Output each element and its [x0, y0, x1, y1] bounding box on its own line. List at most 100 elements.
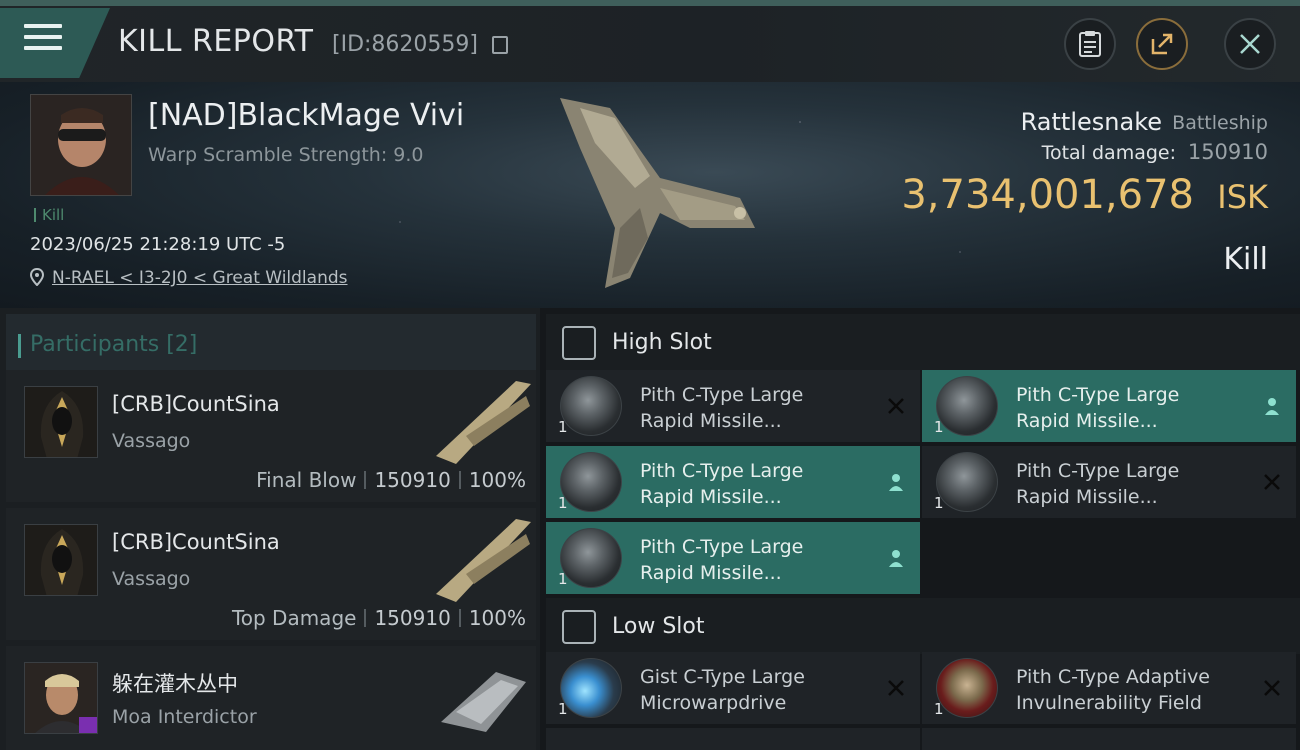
isk-value: 3,734,001,678 — [901, 172, 1194, 218]
low-slot-header: Low Slot — [546, 598, 1300, 654]
module-item[interactable]: 1 Pith C-Type Large Rapid Missile... — [546, 370, 920, 442]
victim-name[interactable]: [NAD]BlackMage Vivi — [148, 98, 464, 133]
participant-role: Top Damage — [231, 606, 357, 630]
missile-launcher-icon — [560, 528, 622, 588]
participant-percent: 100% — [468, 606, 526, 630]
hamburger-menu-icon[interactable] — [24, 24, 62, 58]
module-quantity: 1 — [934, 700, 944, 718]
kill-tag: Kill — [34, 206, 64, 224]
participant-stats: Top Damage 150910 100% — [232, 606, 526, 630]
participant-row[interactable]: [CRB]CountSina Vassago Final Blow 150910 1… — [6, 370, 536, 502]
missile-launcher-icon — [936, 452, 998, 512]
module-item[interactable]: 1 Pith C-Type Large Rapid Missile... — [546, 446, 920, 518]
participant-row[interactable]: [CRB]CountSina Vassago Top Damage 150910 1… — [6, 508, 536, 640]
total-damage-value: 150910 — [1187, 140, 1268, 164]
participant-percent: 100% — [468, 468, 526, 492]
participant-ship-image — [441, 672, 526, 732]
participant-ship-image — [436, 519, 531, 602]
module-quantity: 1 — [934, 418, 944, 436]
page-title: KILL REPORT — [118, 24, 314, 59]
dropped-person-icon — [889, 550, 903, 567]
participants-title: Participants [2] — [17, 332, 198, 358]
copy-icon[interactable] — [492, 36, 508, 54]
participant-name: [CRB]CountSina — [112, 530, 280, 554]
participant-ship: Vassago — [112, 430, 191, 452]
shield-module-icon — [936, 658, 998, 718]
victim-portrait[interactable] — [30, 94, 132, 196]
high-slot-icon — [562, 326, 596, 360]
module-item[interactable]: 1 Gist C-Type Large Microwarpdrive — [546, 652, 920, 724]
high-slot-header: High Slot — [546, 314, 1300, 370]
participant-role: Final Blow — [256, 468, 357, 492]
module-item-partial[interactable] — [546, 728, 920, 750]
fittings-panel: High Slot 1 Pith C-Type Large Rapid Missi… — [540, 308, 1300, 750]
header-bar: KILL REPORT [ID:8620559] — [0, 0, 1300, 82]
module-name: Pith C-Type Large Rapid Missile... — [640, 460, 804, 508]
module-quantity: 1 — [558, 418, 568, 436]
microwarpdrive-icon — [560, 658, 622, 718]
low-slot-title: Low Slot — [612, 614, 705, 639]
participant-avatar — [24, 524, 98, 596]
participant-stats: Final Blow 150910 100% — [256, 468, 526, 492]
victim-ship-image — [560, 98, 755, 288]
victim-ship-name[interactable]: Rattlesnake — [1021, 108, 1162, 136]
module-name: Pith C-Type Large Rapid Missile... — [1016, 384, 1180, 432]
participant-damage: 150910 — [374, 606, 451, 630]
total-damage-label: Total damage: — [1041, 142, 1176, 164]
module-item[interactable]: 1 Pith C-Type Large Rapid Missile... — [546, 522, 920, 594]
participant-name: 躲在灌木丛中 — [112, 672, 238, 696]
module-item[interactable]: 1 Pith C-Type Adaptive Invulnerability Fi… — [922, 652, 1296, 724]
close-icon — [1240, 34, 1260, 54]
destroyed-icon — [888, 398, 904, 414]
warp-scramble-strength: Warp Scramble Strength: 9.0 — [148, 144, 424, 166]
missile-launcher-icon — [936, 376, 998, 436]
participant-ship: Moa Interdictor — [112, 706, 257, 728]
kill-datetime: 2023/06/25 21:28:19 UTC -5 — [30, 234, 286, 255]
participant-avatar — [24, 662, 98, 734]
module-name: Pith C-Type Adaptive Invulnerability Fiel… — [1016, 666, 1210, 714]
module-name: Gist C-Type Large Microwarpdrive — [640, 666, 805, 714]
participant-name: [CRB]CountSina — [112, 392, 280, 416]
report-id: [ID:8620559] — [332, 32, 478, 57]
module-quantity: 1 — [558, 700, 568, 718]
clipboard-button[interactable] — [1064, 18, 1116, 70]
hooded-pilot-icon — [25, 387, 97, 457]
module-item[interactable]: 1 Pith C-Type Large Rapid Missile... — [922, 446, 1296, 518]
clipboard-icon — [1079, 31, 1101, 57]
kill-result: Kill — [1223, 242, 1268, 277]
pilot-avatar-icon — [25, 663, 97, 733]
module-item-partial[interactable] — [922, 728, 1296, 750]
low-slot-icon — [562, 610, 596, 644]
close-button[interactable] — [1224, 18, 1276, 70]
victim-ship-class: Battleship — [1172, 112, 1268, 134]
participant-damage: 150910 — [374, 468, 451, 492]
participant-ship: Vassago — [112, 568, 191, 590]
destroyed-icon — [1264, 680, 1280, 696]
destroyed-icon — [1264, 474, 1280, 490]
module-name: Pith C-Type Large Rapid Missile... — [1016, 460, 1180, 508]
participants-panel: Participants [2] [CRB]CountSina Vassago … — [0, 308, 540, 750]
module-name: Pith C-Type Large Rapid Missile... — [640, 384, 804, 432]
destroyed-icon — [888, 680, 904, 696]
share-button[interactable] — [1136, 18, 1188, 70]
isk-unit: ISK — [1217, 178, 1268, 216]
victim-banner: [NAD]BlackMage Vivi Warp Scramble Streng… — [0, 82, 1300, 308]
dropped-person-icon — [889, 474, 903, 491]
module-quantity: 1 — [558, 570, 568, 588]
module-name: Pith C-Type Large Rapid Missile... — [640, 536, 804, 584]
share-icon — [1151, 33, 1173, 55]
header-accent-line — [0, 0, 1300, 6]
location-pin-icon — [30, 268, 44, 286]
module-quantity: 1 — [934, 494, 944, 512]
module-item[interactable]: 1 Pith C-Type Large Rapid Missile... — [922, 370, 1296, 442]
participants-header: Participants [2] — [6, 314, 536, 372]
hooded-pilot-icon — [25, 525, 97, 595]
pilot-avatar-icon — [31, 95, 131, 195]
module-quantity: 1 — [558, 494, 568, 512]
participant-ship-image — [436, 381, 531, 464]
missile-launcher-icon — [560, 452, 622, 512]
participant-row[interactable]: 躲在灌木丛中 Moa Interdictor — [6, 646, 536, 750]
dropped-person-icon — [1265, 398, 1279, 415]
high-slot-title: High Slot — [612, 330, 712, 355]
location-link[interactable]: N-RAEL < I3-2J0 < Great Wildlands — [52, 268, 348, 288]
